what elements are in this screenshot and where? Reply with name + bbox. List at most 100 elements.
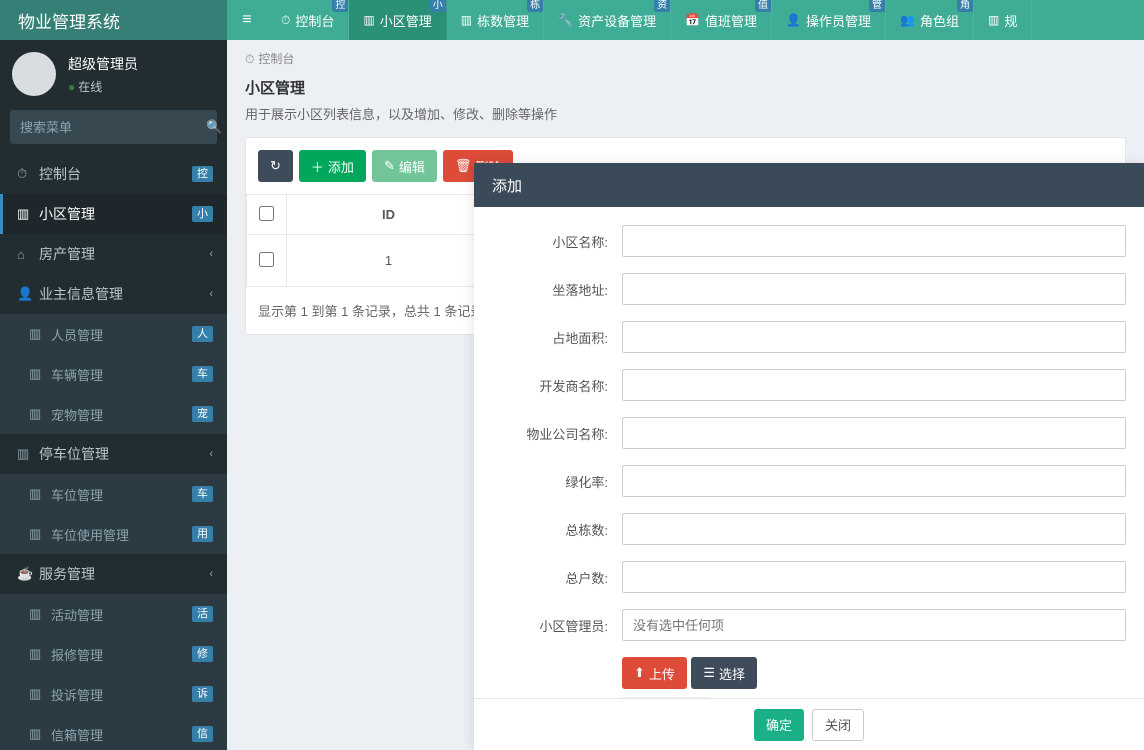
top-tabs: ⏱控制台控▥小区管理小▥栋数管理栋🔧资产设备管理资📅值班管理值👤操作员管理管👥角…	[267, 0, 1144, 40]
menu-label: 停车位管理	[39, 444, 209, 464]
menu-item-13[interactable]: ▥投诉管理诉	[0, 674, 227, 714]
menu-icon: ▥	[17, 446, 39, 462]
tab-3[interactable]: 🔧资产设备管理资	[544, 0, 671, 40]
upload-button[interactable]: ⬆ 上传	[622, 657, 687, 689]
chevron-left-icon: ‹	[209, 288, 213, 300]
menu-item-14[interactable]: ▥信箱管理信	[0, 714, 227, 750]
form-row-6: 总栋数:	[474, 513, 1144, 545]
form-input-0[interactable]	[622, 225, 1126, 257]
sidebar-menu: ⏱控制台控▥小区管理小⌂房产管理‹👤业主信息管理‹▥人员管理人▥车辆管理车▥宠物…	[0, 154, 227, 750]
menu-label: 宠物管理	[51, 405, 192, 424]
tab-label: 栋数管理	[477, 11, 529, 30]
tab-icon: 👥	[900, 13, 915, 27]
form-row-4: 物业公司名称:	[474, 417, 1144, 449]
form-label: 绿化率:	[492, 472, 622, 491]
form-input-1[interactable]	[622, 273, 1126, 305]
menu-item-7[interactable]: ▥停车位管理‹	[0, 434, 227, 474]
ok-button[interactable]: 确定	[754, 709, 804, 741]
menu-icon: ▥	[29, 686, 51, 702]
menu-item-11[interactable]: ▥活动管理活	[0, 594, 227, 634]
form-input-5[interactable]	[622, 465, 1126, 497]
choose-button[interactable]: ☰ 选择	[691, 657, 757, 689]
modal-title: 添加	[474, 163, 1144, 207]
form-label: 坐落地址:	[492, 280, 622, 299]
menu-item-3[interactable]: 👤业主信息管理‹	[0, 274, 227, 314]
form-input-6[interactable]	[622, 513, 1126, 545]
tab-5[interactable]: 👤操作员管理管	[772, 0, 886, 40]
menu-item-2[interactable]: ⌂房产管理‹	[0, 234, 227, 274]
menu-item-5[interactable]: ▥车辆管理车	[0, 354, 227, 394]
form-row-thumb: 缩略图:⬆ 上传 ☰ 选择	[474, 657, 1144, 698]
menu-label: 活动管理	[51, 605, 192, 624]
admin-select[interactable]	[622, 609, 1126, 641]
form-row-3: 开发商名称:	[474, 369, 1144, 401]
select-all-checkbox[interactable]	[259, 206, 274, 221]
avatar	[12, 52, 56, 96]
menu-icon: ▥	[29, 366, 51, 382]
form-input-7[interactable]	[622, 561, 1126, 593]
menu-icon: ▥	[17, 206, 39, 222]
menu-item-8[interactable]: ▥车位管理车	[0, 474, 227, 514]
form-label: 小区管理员:	[492, 616, 622, 635]
form-row-5: 绿化率:	[474, 465, 1144, 497]
menu-icon: ▥	[29, 486, 51, 502]
sidebar-toggle-button[interactable]: ≡	[227, 0, 267, 40]
sidebar-search: 🔍	[0, 110, 227, 154]
menu-icon: ▥	[29, 606, 51, 622]
tab-icon: 📅	[685, 13, 700, 27]
edit-button[interactable]: ✎编辑	[372, 150, 437, 182]
status-dot-icon: ●	[68, 80, 75, 94]
topbar: 物业管理系统 ≡ ⏱控制台控▥小区管理小▥栋数管理栋🔧资产设备管理资📅值班管理值…	[0, 0, 1144, 40]
chevron-left-icon: ‹	[209, 448, 213, 460]
form-label: 总户数:	[492, 568, 622, 587]
pencil-icon: ✎	[384, 158, 395, 174]
form-label: 占地面积:	[492, 328, 622, 347]
upload-icon: ⬆	[634, 665, 645, 681]
row-checkbox[interactable]	[259, 252, 274, 267]
tab-4[interactable]: 📅值班管理值	[671, 0, 772, 40]
form-label: 开发商名称:	[492, 376, 622, 395]
menu-label: 控制台	[39, 164, 192, 184]
breadcrumb: ⏱控制台	[227, 40, 1144, 77]
menu-item-1[interactable]: ▥小区管理小	[0, 194, 227, 234]
refresh-button[interactable]: ↻	[258, 150, 293, 182]
menu-icon: ⌂	[17, 247, 39, 262]
tab-1[interactable]: ▥小区管理小	[349, 0, 446, 40]
menu-icon: ▥	[29, 646, 51, 662]
menu-icon: ▥	[29, 326, 51, 342]
form-input-3[interactable]	[622, 369, 1126, 401]
menu-item-10[interactable]: ☕服务管理‹	[0, 554, 227, 594]
search-icon[interactable]: 🔍	[206, 119, 222, 135]
menu-item-6[interactable]: ▥宠物管理宠	[0, 394, 227, 434]
tab-icon: ▥	[988, 13, 999, 27]
menu-badge: 信	[192, 726, 213, 742]
user-panel: 超级管理员 ●在线	[0, 40, 227, 110]
tab-7[interactable]: ▥规	[974, 0, 1032, 40]
menu-item-0[interactable]: ⏱控制台控	[0, 154, 227, 194]
tab-badge: 栋	[527, 0, 543, 12]
refresh-icon: ↻	[270, 158, 281, 174]
form-label: 总栋数:	[492, 520, 622, 539]
menu-badge: 宠	[192, 406, 213, 422]
search-input[interactable]	[10, 120, 206, 135]
form-input-2[interactable]	[622, 321, 1126, 353]
menu-label: 车位管理	[51, 485, 192, 504]
tab-6[interactable]: 👥角色组角	[886, 0, 974, 40]
cell-id: 1	[287, 235, 491, 287]
chevron-left-icon: ‹	[209, 568, 213, 580]
trash-icon: 🗑	[455, 158, 472, 174]
form-input-4[interactable]	[622, 417, 1126, 449]
menu-item-4[interactable]: ▥人员管理人	[0, 314, 227, 354]
user-name: 超级管理员	[68, 54, 138, 74]
menu-label: 小区管理	[39, 204, 192, 224]
tab-0[interactable]: ⏱控制台控	[267, 0, 349, 40]
tab-2[interactable]: ▥栋数管理栋	[447, 0, 544, 40]
menu-item-12[interactable]: ▥报修管理修	[0, 634, 227, 674]
menu-item-9[interactable]: ▥车位使用管理用	[0, 514, 227, 554]
add-button[interactable]: ＋添加	[299, 150, 366, 182]
form-row-2: 占地面积:	[474, 321, 1144, 353]
close-button[interactable]: 关闭	[812, 709, 864, 741]
page-desc: 用于展示小区列表信息，以及增加、修改、删除等操作	[245, 104, 1126, 123]
menu-label: 车位使用管理	[51, 525, 192, 544]
menu-icon: ⏱	[17, 166, 39, 182]
